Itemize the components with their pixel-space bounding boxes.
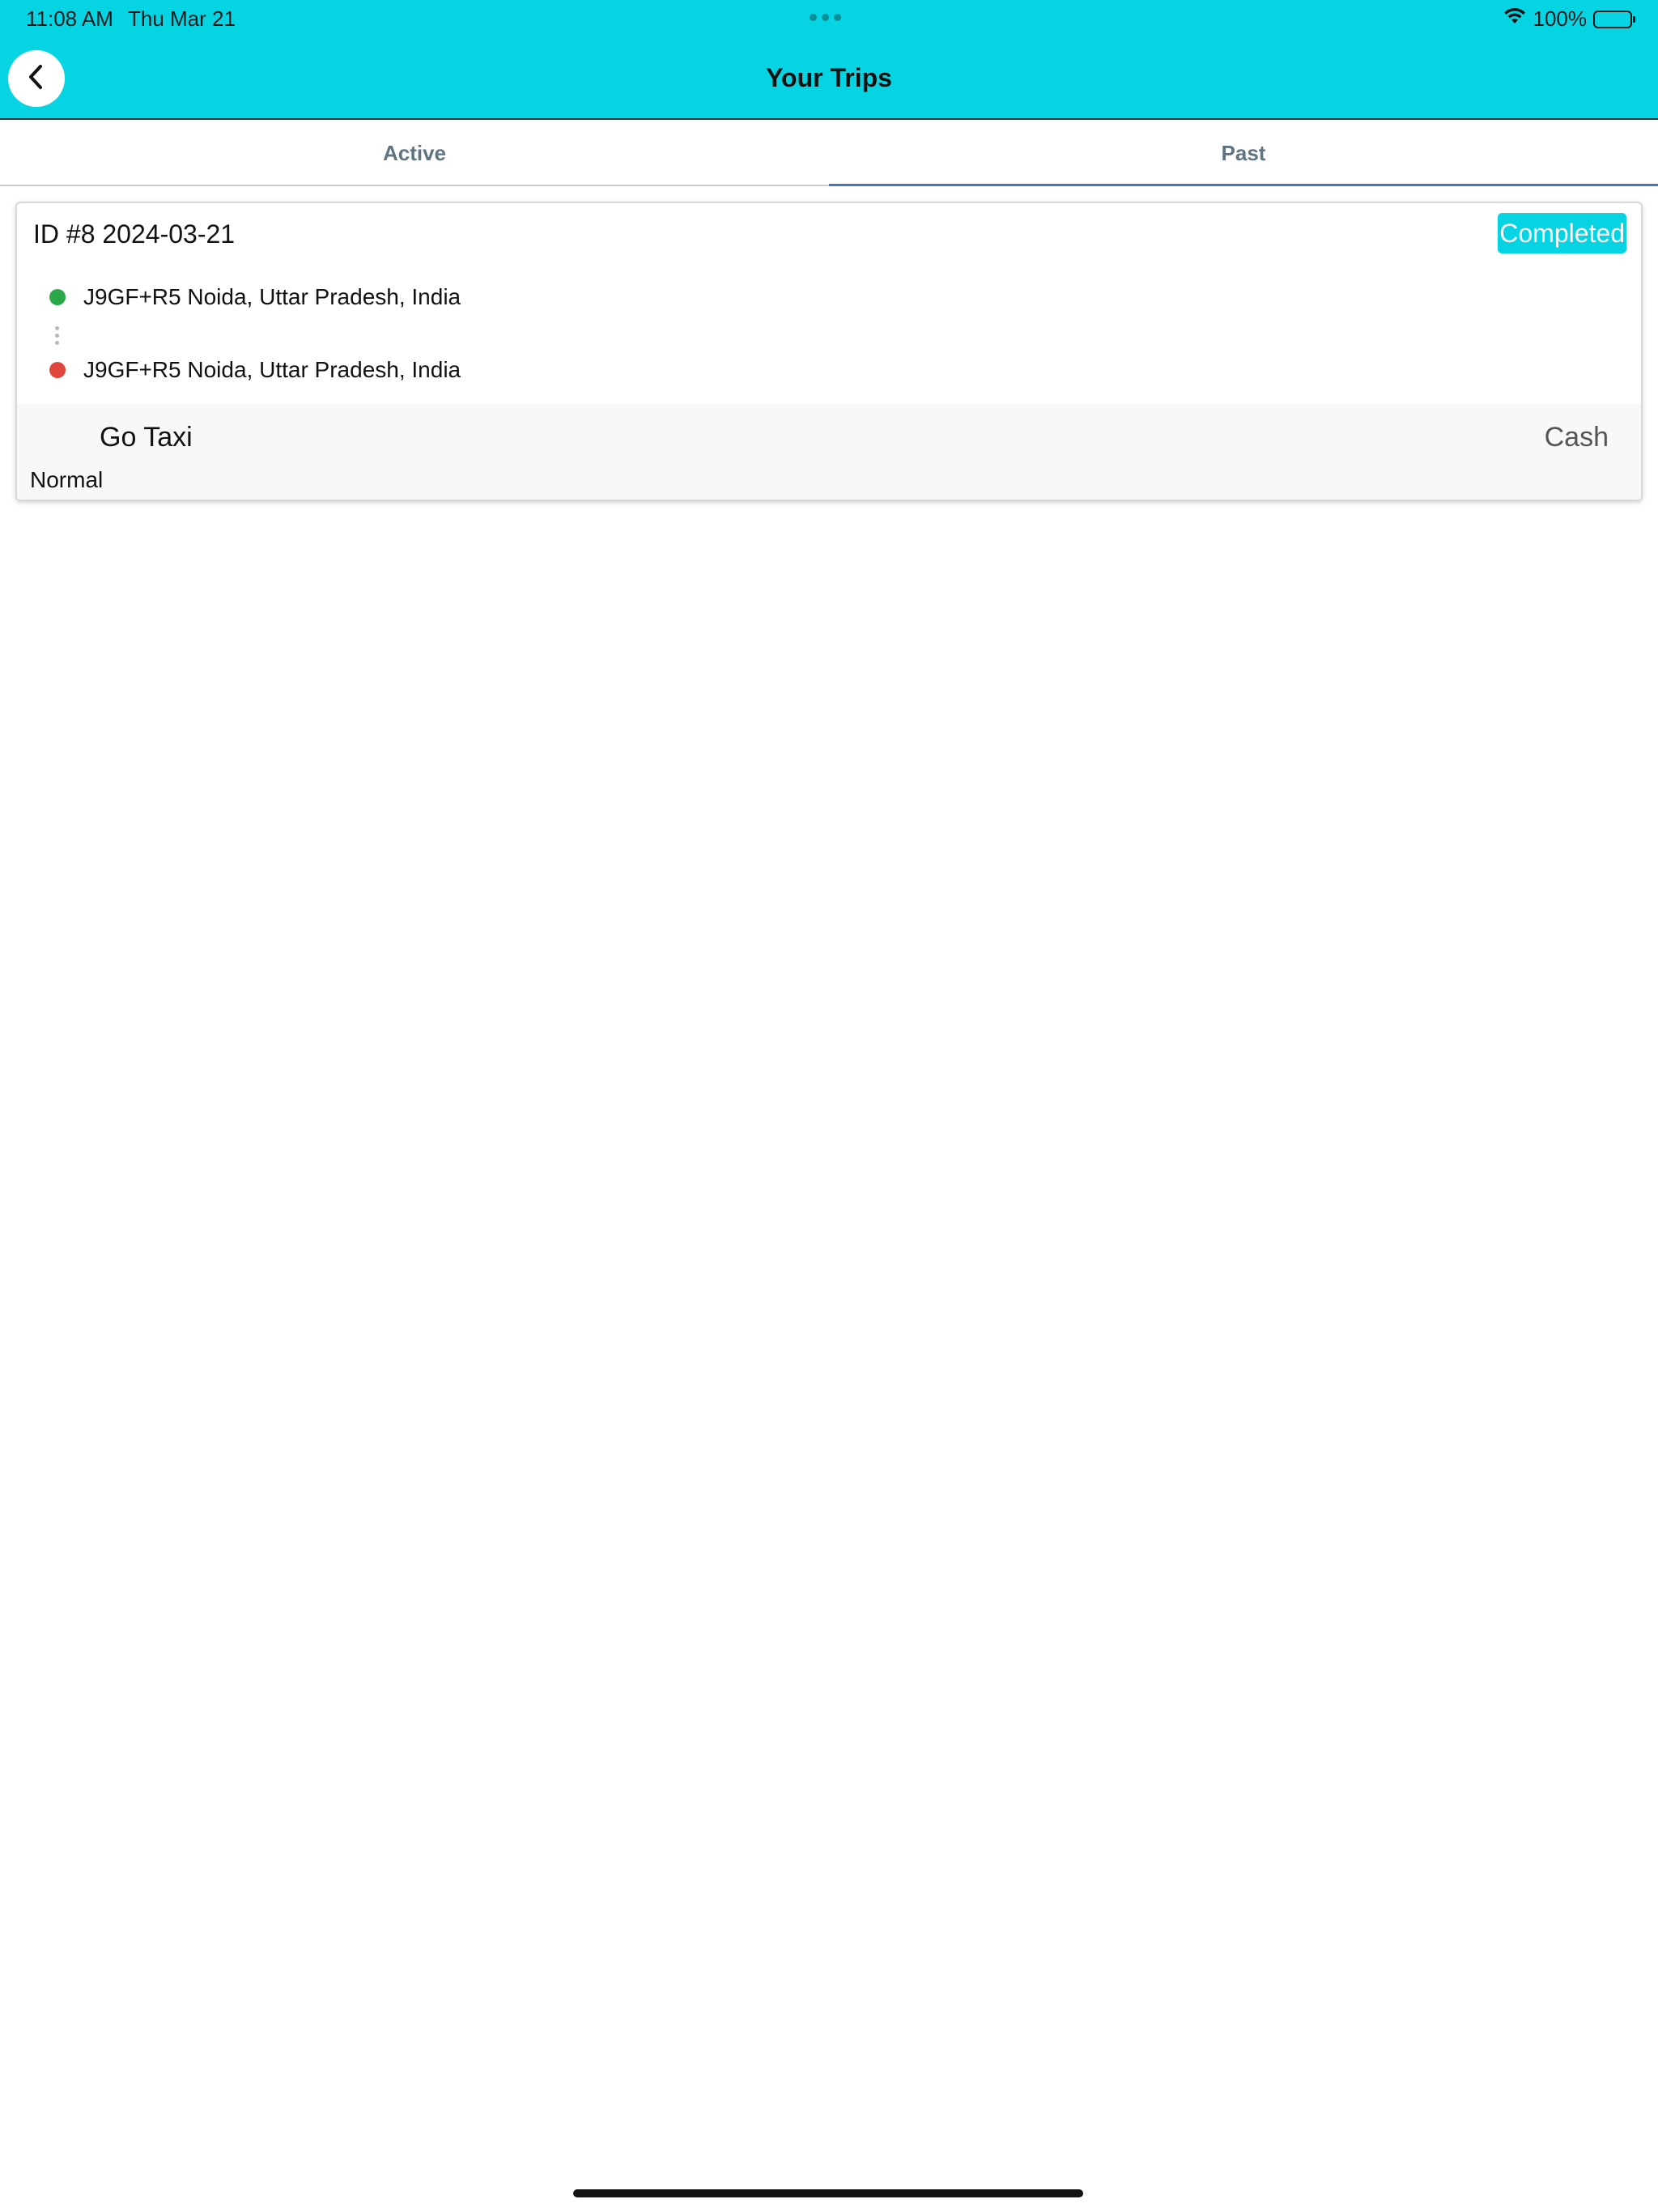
status-date: Thu Mar 21: [128, 6, 236, 31]
wifi-icon: [1503, 6, 1527, 32]
multitasking-dots-icon[interactable]: [810, 14, 841, 21]
pickup-row: J9GF+R5 Noida, Uttar Pradesh, India: [49, 284, 461, 310]
ride-type: Normal: [30, 467, 104, 492]
pickup-dot-icon: [49, 289, 66, 305]
vehicle-name: Go Taxi: [100, 422, 193, 453]
trip-card[interactable]: ID #8 2024-03-21 Completed J9GF+R5 Noida…: [15, 202, 1643, 501]
status-badge: Completed: [1498, 213, 1626, 253]
card-footer: Go Taxi Cash Normal: [17, 404, 1641, 500]
page-title: Your Trips: [766, 63, 892, 92]
tab-active[interactable]: Active: [0, 121, 829, 185]
tab-past[interactable]: Past: [829, 121, 1658, 186]
home-indicator[interactable]: [573, 2189, 1083, 2197]
payment-method: Cash: [1544, 422, 1609, 453]
status-time: 11:08 AM: [26, 6, 113, 31]
dropoff-dot-icon: [49, 362, 66, 378]
dropoff-address: J9GF+R5 Noida, Uttar Pradesh, India: [83, 357, 461, 382]
status-right: 100%: [1503, 6, 1635, 32]
dropoff-row: J9GF+R5 Noida, Uttar Pradesh, India: [49, 357, 461, 383]
trip-tabs: Active Past: [0, 121, 1658, 186]
battery-percentage: 100%: [1533, 6, 1588, 31]
top-bar: 11:08 AM Thu Mar 21 100% Your Trips: [0, 0, 1658, 120]
pickup-address: J9GF+R5 Noida, Uttar Pradesh, India: [83, 284, 461, 309]
route-connector-icon: [55, 326, 59, 345]
battery-icon: [1593, 10, 1635, 28]
trip-id-date: ID #8 2024-03-21: [33, 219, 236, 249]
